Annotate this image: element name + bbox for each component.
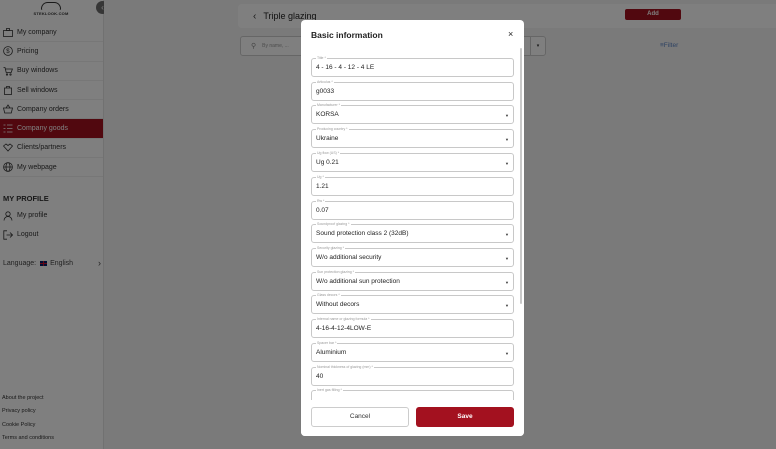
manufacturer-select[interactable]: Manufacturer * KORSA ▼: [311, 103, 514, 124]
field-value: KORSA: [316, 111, 339, 118]
dropdown-caret-icon: ▼: [505, 303, 509, 308]
field-value: Ukraine: [316, 135, 339, 142]
dropdown-caret-icon: ▼: [505, 161, 509, 166]
soundproof-glazing-select[interactable]: Soundproof glazing * Sound protection cl…: [311, 222, 514, 243]
security-glazing-select[interactable]: Security glazing * W/o additional securi…: [311, 246, 514, 267]
modal-title: Basic information: [311, 30, 383, 40]
field-value: 4 - 16 - 4 - 12 - 4 LE: [316, 64, 375, 71]
field-label: Manufacturer *: [316, 103, 341, 107]
field-value: W/o additional sun protection: [316, 278, 400, 285]
dropdown-caret-icon: ▼: [505, 280, 509, 285]
field-label: Nominal thickness of glazing (mm) *: [316, 365, 374, 369]
field-label: Sun protection glazing *: [316, 270, 355, 274]
field-label: Title *: [316, 56, 327, 60]
field-value: 1.21: [316, 183, 329, 190]
field-label: Soundproof glazing *: [316, 222, 351, 226]
field-label: Producing country *: [316, 127, 349, 131]
field-label: Internal name or glazing formula *: [316, 317, 371, 321]
inert-gas-filling-select[interactable]: Inert gas filling *: [311, 388, 514, 400]
field-label: Glass decors *: [316, 293, 341, 297]
dropdown-caret-icon: ▼: [505, 113, 509, 118]
field-label: Ug *: [316, 175, 325, 179]
field-value: 4-16-4-12-4LOW-E: [316, 325, 372, 332]
nominal-thickness-field[interactable]: Nominal thickness of glazing (mm) * 40: [311, 365, 514, 386]
close-icon[interactable]: ×: [508, 29, 513, 39]
dropdown-caret-icon: ▼: [505, 351, 509, 356]
spacer-bar-select[interactable]: Spacer bar * Aluminium ▼: [311, 341, 514, 362]
glass-decors-select[interactable]: Glass decors * Without decors ▼: [311, 293, 514, 314]
modal-scrollbar[interactable]: [520, 48, 522, 304]
modal-footer: Cancel Save: [301, 400, 524, 436]
cancel-button[interactable]: Cancel: [311, 407, 409, 427]
dropdown-caret-icon: ▼: [505, 256, 509, 261]
field-value: Ug 0.21: [316, 159, 339, 166]
field-value: Without decors: [316, 301, 360, 308]
field-value: Sound protection class 2 (32dB): [316, 230, 409, 237]
basic-information-modal: Basic information × Title * 4 - 16 - 4 -…: [301, 20, 524, 436]
glazing-formula-field[interactable]: Internal name or glazing formula * 4-16-…: [311, 317, 514, 338]
sun-protection-glazing-select[interactable]: Sun protection glazing * W/o additional …: [311, 270, 514, 291]
field-label: Ug flow (US) *: [316, 151, 341, 155]
ug-field[interactable]: Ug * 1.21: [311, 175, 514, 196]
field-value: Aluminium: [316, 349, 347, 356]
field-label: Articulus *: [316, 80, 334, 84]
field-value: W/o additional security: [316, 254, 382, 261]
dropdown-caret-icon: ▼: [505, 137, 509, 142]
save-button[interactable]: Save: [416, 407, 514, 427]
field-label: Rw *: [316, 199, 326, 203]
modal-form: Title * 4 - 16 - 4 - 12 - 4 LE Articulus…: [301, 50, 524, 400]
rw-field[interactable]: Rw * 0.07: [311, 199, 514, 220]
field-value: 0.07: [316, 207, 329, 214]
ug-flow-select[interactable]: Ug flow (US) * Ug 0.21 ▼: [311, 151, 514, 172]
dropdown-caret-icon: ▼: [505, 232, 509, 237]
articulus-field[interactable]: Articulus * g0033: [311, 80, 514, 101]
title-field[interactable]: Title * 4 - 16 - 4 - 12 - 4 LE: [311, 56, 514, 77]
field-label: Inert gas filling *: [316, 388, 343, 392]
producing-country-select[interactable]: Producing country * Ukraine ▼: [311, 127, 514, 148]
field-label: Security glazing *: [316, 246, 346, 250]
field-value: 40: [316, 373, 324, 380]
field-label: Spacer bar *: [316, 341, 338, 345]
field-value: g0033: [316, 88, 335, 95]
